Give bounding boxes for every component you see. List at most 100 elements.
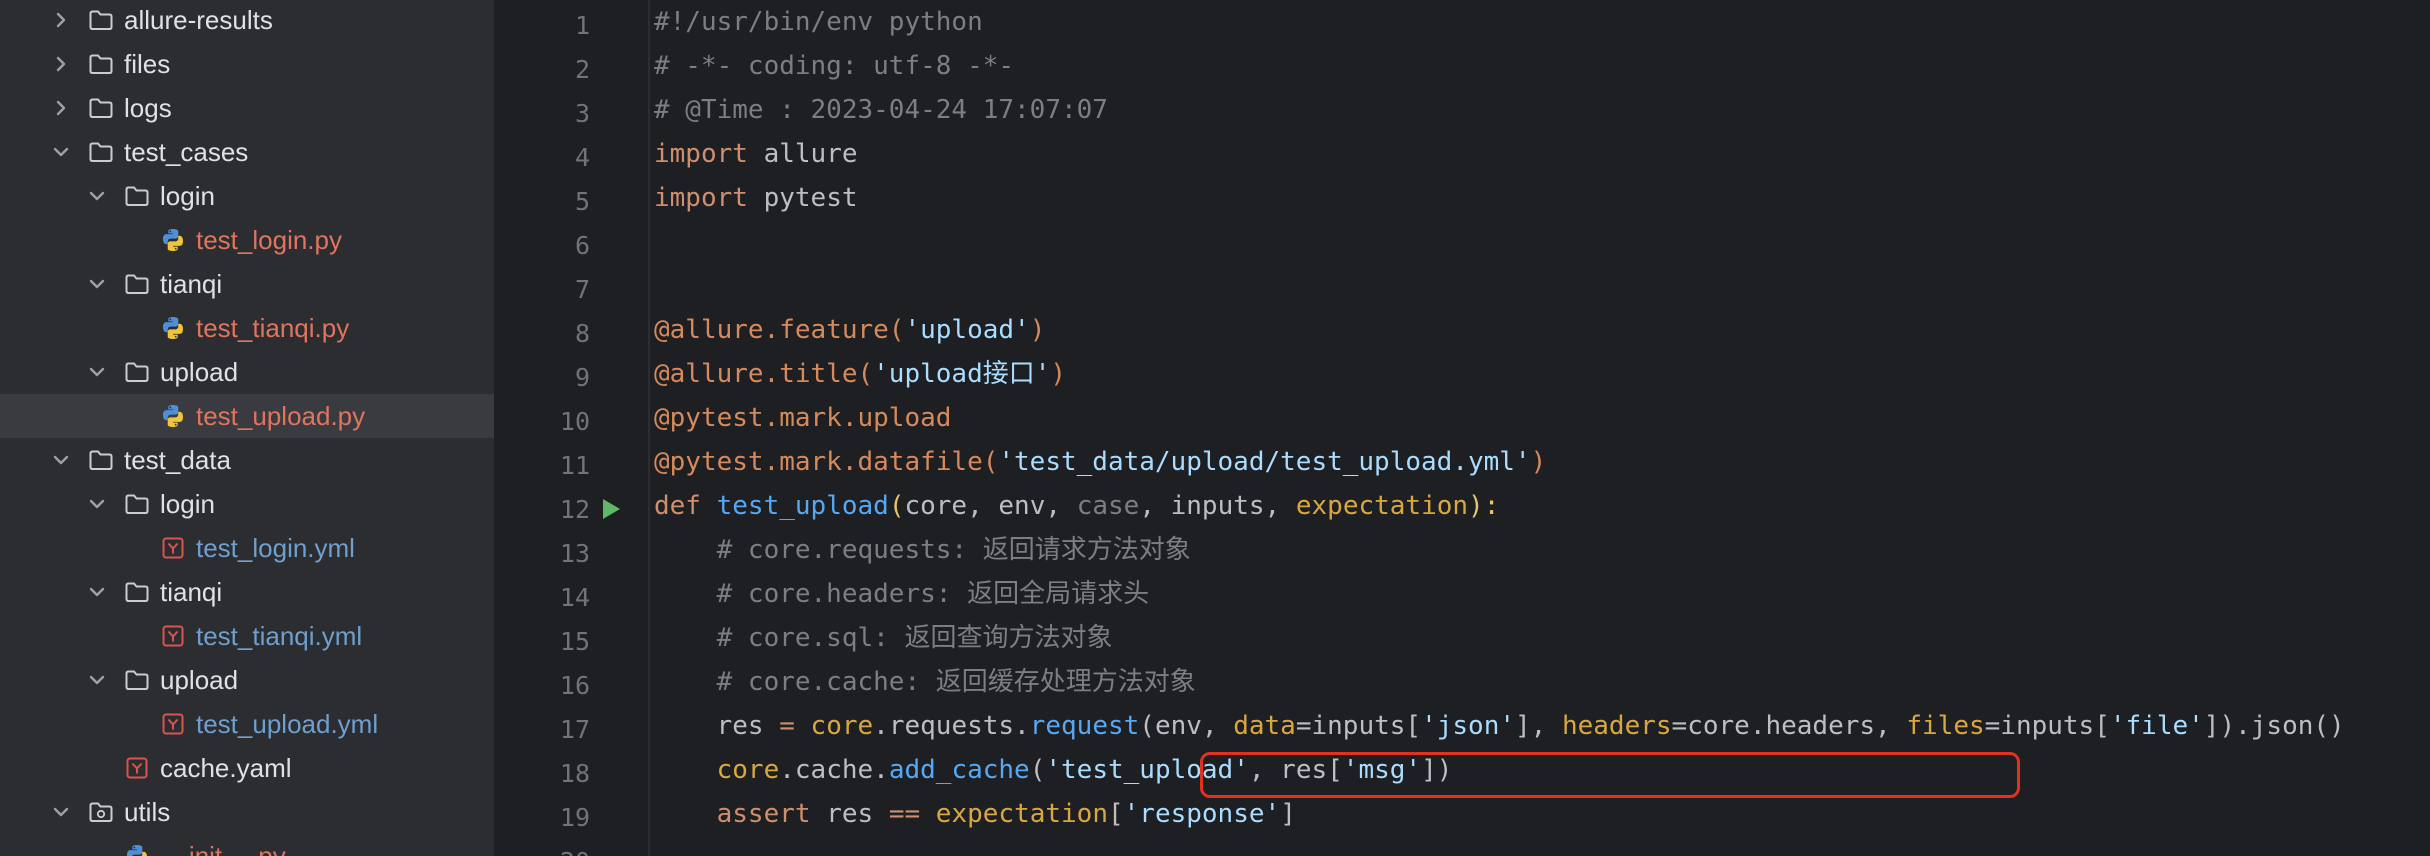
string-literal: 'file'	[2109, 711, 2204, 741]
tree-item-upload[interactable]: upload	[0, 658, 494, 702]
tree-item-label: upload	[160, 665, 239, 695]
tree-item-test-upload-py[interactable]: test_upload.py	[0, 394, 494, 438]
chevron-right-icon[interactable]	[50, 53, 72, 75]
param: expectation	[1295, 491, 1469, 521]
tree-item-test-data[interactable]: test_data	[0, 438, 494, 482]
line-number: 8	[574, 319, 590, 348]
identifier: res	[654, 711, 780, 741]
line-number: 11	[559, 451, 590, 480]
paren: ):	[1468, 491, 1500, 521]
chevron-down-icon[interactable]	[86, 273, 108, 295]
bracket: [	[1107, 799, 1124, 829]
args: (env,	[1139, 711, 1234, 741]
line-number: 2	[574, 55, 590, 84]
tree-item-test-tianqi-py[interactable]: test_tianqi.py	[0, 306, 494, 350]
code-line-19: assert res == expectation['response']	[654, 792, 1296, 836]
code-editor[interactable]: 1234567891011121314151617181920 #!/usr/b…	[524, 0, 2430, 856]
line-number: 14	[559, 583, 590, 612]
run-test-icon[interactable]	[600, 498, 622, 520]
tree-item-label: files	[124, 49, 171, 79]
tree-item-test-cases[interactable]: test_cases	[0, 130, 494, 174]
line-number: 13	[559, 539, 590, 568]
args: =inputs[	[1295, 711, 1422, 741]
python-file-icon	[160, 403, 186, 429]
fold-gutter	[648, 0, 650, 856]
code-line-12: def test_upload(core, env, case, inputs,…	[654, 484, 1499, 528]
module-name: allure	[747, 139, 858, 169]
param: env	[998, 491, 1046, 521]
chevron-down-icon[interactable]	[50, 141, 72, 163]
param: inputs	[1170, 491, 1265, 521]
code-line-8: @allure.feature('upload')	[654, 308, 1045, 352]
param: core	[904, 491, 968, 521]
chevron-down-icon[interactable]	[50, 801, 72, 823]
line-number: 6	[574, 231, 590, 260]
yaml-file-icon	[160, 623, 186, 649]
tree-item-tianqi[interactable]: tianqi	[0, 262, 494, 306]
chevron-down-icon[interactable]	[50, 449, 72, 471]
editor-gutter: 1234567891011121314151617181920	[524, 0, 650, 856]
folder-icon	[88, 95, 114, 121]
module-name: pytest	[747, 183, 858, 213]
tree-item-label: test_upload.yml	[196, 709, 379, 739]
chevron-right-icon[interactable]	[50, 97, 72, 119]
tree-item-tianqi[interactable]: tianqi	[0, 570, 494, 614]
code-line-16: # core.cache: 返回缓存处理方法对象	[654, 667, 1196, 697]
tree-item-label: cache.yaml	[160, 753, 292, 783]
line-number: 5	[574, 187, 590, 216]
tree-item-label: logs	[124, 93, 172, 123]
tree-item-cache-yaml[interactable]: cache.yaml	[0, 746, 494, 790]
line-number: 17	[559, 715, 590, 744]
folder-icon	[124, 491, 150, 517]
tree-item-test-login-yml[interactable]: test_login.yml	[0, 526, 494, 570]
tree-item-login[interactable]: login	[0, 482, 494, 526]
chevron-down-icon[interactable]	[86, 581, 108, 603]
tree-item-logs[interactable]: logs	[0, 86, 494, 130]
tree-item-label: test_cases	[124, 137, 249, 167]
tree-item-init-py[interactable]: __init__.py	[0, 834, 494, 856]
tree-item-files[interactable]: files	[0, 42, 494, 86]
code-line-5: import pytest	[654, 176, 858, 220]
tree-item-upload[interactable]: upload	[0, 350, 494, 394]
identifier-core: core	[810, 711, 874, 741]
yaml-file-icon	[124, 755, 150, 781]
line-number: 20	[524, 840, 590, 856]
decorator: @pytest.mark.datafile(	[654, 447, 999, 477]
chevron-down-icon[interactable]	[86, 185, 108, 207]
tree-item-label: test_data	[124, 445, 231, 475]
tree-item-label: login	[160, 181, 215, 211]
chevron-down-icon[interactable]	[86, 669, 108, 691]
code-line-15: # core.sql: 返回查询方法对象	[654, 623, 1113, 653]
tree-item-label: test_tianqi.yml	[196, 621, 363, 651]
tree-item-test-login-py[interactable]: test_login.py	[0, 218, 494, 262]
keyword: import	[654, 183, 748, 213]
line-number: 4	[574, 143, 590, 172]
kwarg: data	[1233, 711, 1296, 741]
tree-item-login[interactable]: login	[0, 174, 494, 218]
code-line-9: @allure.title('upload接口')	[654, 352, 1066, 396]
keyword: assert	[716, 799, 811, 829]
chevron-right-icon[interactable]	[50, 9, 72, 31]
folder-icon	[88, 447, 114, 473]
python-file-icon	[160, 315, 186, 341]
chevron-down-icon[interactable]	[86, 493, 108, 515]
tree-item-allure-results[interactable]: allure-results	[0, 0, 494, 42]
folder-icon	[124, 579, 150, 605]
chevron-down-icon[interactable]	[86, 361, 108, 383]
method-call: request	[1029, 711, 1140, 741]
keyword: import	[654, 139, 748, 169]
tree-item-test-upload-yml[interactable]: test_upload.yml	[0, 702, 494, 746]
decorator: @allure.feature(	[654, 315, 905, 345]
python-file-icon	[124, 843, 150, 856]
package-folder-icon	[88, 799, 114, 825]
args: ],	[1515, 711, 1562, 741]
folder-icon	[124, 271, 150, 297]
string-literal: 'response'	[1123, 799, 1281, 829]
tree-item-test-tianqi-yml[interactable]: test_tianqi.yml	[0, 614, 494, 658]
folder-icon	[124, 183, 150, 209]
function-name: test_upload	[716, 491, 889, 521]
args: ]).json()	[2203, 711, 2345, 741]
tree-item-utils[interactable]: utils	[0, 790, 494, 834]
